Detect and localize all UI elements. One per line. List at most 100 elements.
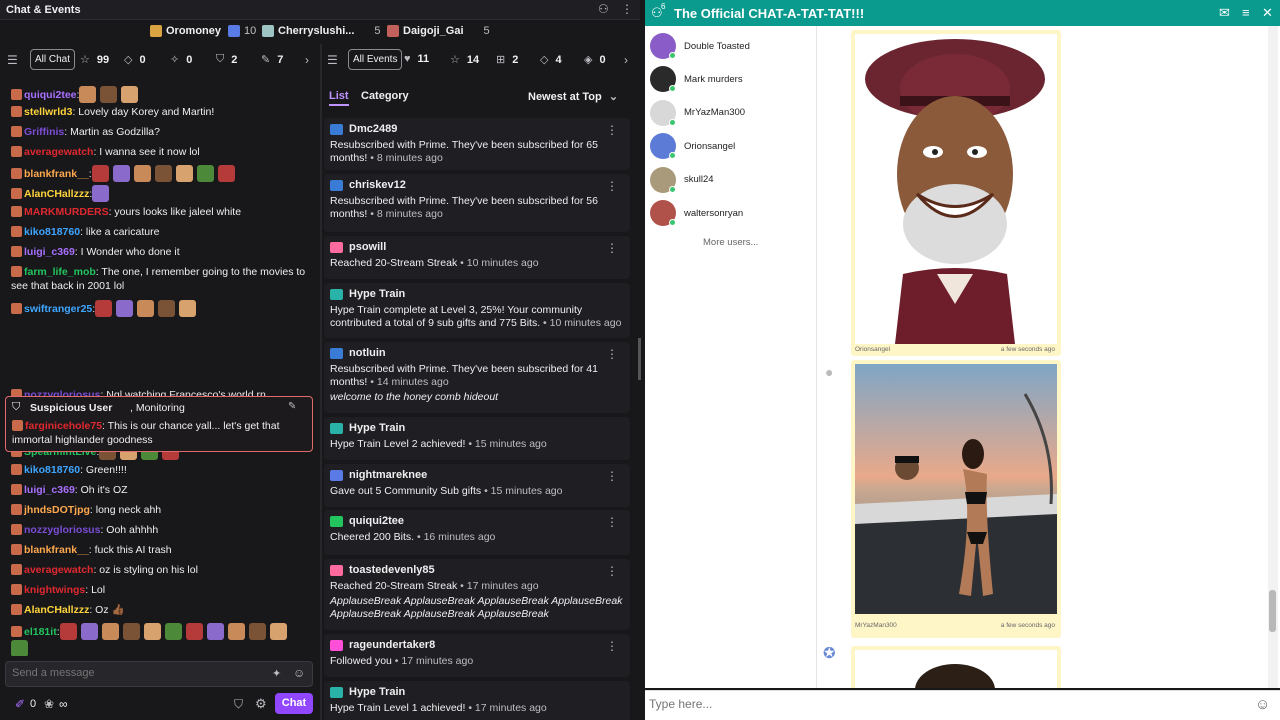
emoji-icon[interactable]: ☺ bbox=[1255, 696, 1270, 713]
chat-username[interactable]: nozzygloriosus bbox=[24, 524, 100, 536]
manage-users-icon[interactable]: ⚇ bbox=[598, 2, 609, 16]
event-card[interactable]: notluin Resubscribed with Prime. They've … bbox=[324, 342, 630, 413]
chat-message-list[interactable]: quiqui2tee: stellwrld3: Lovely day Korey … bbox=[0, 74, 320, 656]
more-options-icon[interactable]: ⋮ bbox=[606, 242, 618, 255]
magic-wand-icon[interactable]: ✦ bbox=[272, 667, 281, 680]
suspicious-user-card[interactable]: ⛉ Suspicious User , Monitoring ✎ farginiceho… bbox=[5, 396, 313, 452]
chat-username[interactable]: averagewatch bbox=[24, 146, 93, 158]
tab-category[interactable]: Category bbox=[361, 90, 409, 102]
panel-resize-handle[interactable] bbox=[638, 338, 641, 380]
event-user[interactable]: chriskev12 bbox=[349, 179, 406, 192]
online-user-row[interactable]: waltersonryan bbox=[650, 199, 743, 227]
online-user-row[interactable]: Double Toasted bbox=[650, 32, 750, 60]
event-card[interactable]: Dmc2489 Resubscribed with Prime. They've … bbox=[324, 118, 630, 170]
event-user[interactable]: psowill bbox=[349, 241, 386, 254]
chat-username[interactable]: quiqui2tee bbox=[24, 89, 77, 101]
chat-input-box[interactable]: ✦ ☺ bbox=[5, 661, 313, 687]
filter-sub-count[interactable]: ☆ 14 bbox=[450, 53, 479, 67]
filter-mod-count[interactable]: ⛉ 2 bbox=[216, 53, 237, 66]
chat-username[interactable]: farginicehole75 bbox=[25, 420, 102, 432]
chat-username[interactable]: Griffinis bbox=[24, 126, 64, 138]
settings-sliders-icon[interactable]: ☰ bbox=[327, 53, 338, 67]
chat-username[interactable]: averagewatch bbox=[24, 564, 93, 576]
event-card[interactable]: Hype Train Hype Train Level 1 achieved! •… bbox=[324, 681, 630, 720]
chat-username[interactable]: luigi_c369 bbox=[24, 246, 75, 258]
event-user[interactable]: Dmc2489 bbox=[349, 123, 397, 136]
chat-username[interactable]: el181it bbox=[24, 626, 57, 638]
more-vertical-icon[interactable]: ⋮ bbox=[621, 2, 633, 16]
chat-username[interactable]: kiko818760 bbox=[24, 226, 80, 238]
close-icon[interactable]: ✕ bbox=[1262, 5, 1273, 21]
emote-picker-icon[interactable]: ☺ bbox=[293, 666, 305, 680]
settings-sliders-icon[interactable]: ☰ bbox=[7, 53, 18, 67]
hype-icon[interactable]: ❀ bbox=[44, 697, 54, 711]
all-events-filter[interactable]: All Events bbox=[348, 49, 403, 70]
filter-star-count[interactable]: ☆ 99 bbox=[80, 53, 109, 67]
chat-username[interactable]: blankfrank__ bbox=[24, 168, 89, 180]
filter-follow-count[interactable]: ♥ 11 bbox=[404, 53, 429, 65]
event-user[interactable]: notluin bbox=[349, 347, 386, 360]
chevron-right-icon[interactable]: › bbox=[624, 53, 628, 67]
chat-username[interactable]: blankfrank__ bbox=[24, 544, 89, 556]
chat-username[interactable]: knightwings bbox=[24, 584, 85, 596]
event-card[interactable]: Hype Train Hype Train complete at Level 3… bbox=[324, 283, 630, 338]
filter-raid-count[interactable]: ◈ 0 bbox=[584, 53, 606, 67]
filter-pen-count[interactable]: ✎ 7 bbox=[261, 53, 283, 67]
more-options-icon[interactable]: ⋮ bbox=[606, 124, 618, 137]
channel-viewers[interactable]: 10 bbox=[228, 25, 256, 37]
filter-raid-count[interactable]: ✧ 0 bbox=[170, 53, 192, 67]
chat-username[interactable]: jhndsDOTjpg bbox=[24, 504, 90, 516]
event-user[interactable]: Hype Train bbox=[349, 422, 405, 435]
edit-icon[interactable]: ✎ bbox=[288, 401, 296, 412]
feed-scrollbar-thumb[interactable] bbox=[1269, 590, 1276, 632]
mod-shield-icon[interactable]: ⛉ bbox=[234, 697, 243, 712]
more-users-link[interactable]: More users... bbox=[703, 237, 758, 248]
online-user-row[interactable]: Orionsangel bbox=[650, 132, 735, 160]
channel-oromoney[interactable]: Oromoney bbox=[150, 25, 221, 37]
all-chat-filter[interactable]: All Chat bbox=[30, 49, 76, 70]
filter-bits-count[interactable]: ◇ 0 bbox=[124, 53, 146, 67]
image-card-3[interactable] bbox=[851, 646, 1061, 688]
event-user[interactable]: Hype Train bbox=[349, 288, 405, 301]
chat-username[interactable]: stellwrld3 bbox=[24, 106, 72, 118]
chat-username[interactable]: kiko818760 bbox=[24, 464, 80, 476]
event-card[interactable]: psowill Reached 20-Stream Streak • 10 min… bbox=[324, 236, 630, 279]
events-list[interactable]: Dmc2489 Resubscribed with Prime. They've … bbox=[322, 118, 632, 720]
online-user-row[interactable]: MrYazMan300 bbox=[650, 99, 745, 127]
more-options-icon[interactable]: ⋮ bbox=[606, 470, 618, 483]
filter-bits-count[interactable]: ◇ 4 bbox=[540, 53, 562, 67]
event-user[interactable]: toastedevenly85 bbox=[349, 564, 435, 577]
chat-username[interactable]: luigi_c369 bbox=[24, 484, 75, 496]
event-user[interactable]: Hype Train bbox=[349, 686, 405, 699]
chat-message-input[interactable] bbox=[12, 667, 252, 679]
hamburger-menu-icon[interactable]: ≡ bbox=[1242, 5, 1250, 20]
channel-points-icon[interactable]: ✐ bbox=[15, 697, 25, 711]
channel-daigoji[interactable]: Daigoji_Gai 5 bbox=[387, 25, 490, 37]
event-card[interactable]: quiqui2tee Cheered 200 Bits. • 16 minutes… bbox=[324, 510, 630, 555]
event-user[interactable]: rageundertaker8 bbox=[349, 639, 435, 652]
event-user[interactable]: nightmareknee bbox=[349, 469, 427, 482]
event-card[interactable]: rageundertaker8 Followed you • 17 minutes… bbox=[324, 634, 630, 677]
more-options-icon[interactable]: ⋮ bbox=[606, 640, 618, 653]
event-card[interactable]: nightmareknee Gave out 5 Community Sub gi… bbox=[324, 464, 630, 507]
chat-settings-gear-icon[interactable]: ⚙ bbox=[255, 696, 267, 712]
chat-username[interactable]: AlanCHallzzz bbox=[24, 188, 89, 200]
tab-list[interactable]: List bbox=[329, 90, 349, 106]
chat-username[interactable]: MARKMURDERS bbox=[24, 206, 109, 218]
more-options-icon[interactable]: ⋮ bbox=[606, 180, 618, 193]
filter-gift-count[interactable]: ⊞ 2 bbox=[496, 53, 518, 67]
online-user-row[interactable]: Mark murders bbox=[650, 65, 743, 93]
event-card[interactable]: toastedevenly85 Reached 20-Stream Streak … bbox=[324, 559, 630, 630]
chat-send-button[interactable]: Chat bbox=[275, 693, 313, 714]
chatatat-input-box[interactable]: ☺ bbox=[645, 690, 1280, 720]
event-card[interactable]: Hype Train Hype Train Level 2 achieved! •… bbox=[324, 417, 630, 460]
online-user-row[interactable]: skull24 bbox=[650, 166, 714, 194]
sort-dropdown[interactable]: Newest at Top ⌄ bbox=[528, 90, 618, 103]
chat-bubble-icon[interactable]: ✉ bbox=[1219, 5, 1230, 21]
chevron-right-icon[interactable]: › bbox=[305, 53, 309, 67]
feed-scrollbar[interactable] bbox=[1268, 26, 1278, 688]
chat-username[interactable]: farm_life_mob bbox=[24, 266, 96, 278]
more-options-icon[interactable]: ⋮ bbox=[606, 565, 618, 578]
channel-cherryslushi[interactable]: Cherryslushi... 5 bbox=[262, 25, 381, 37]
more-options-icon[interactable]: ⋮ bbox=[606, 348, 618, 361]
